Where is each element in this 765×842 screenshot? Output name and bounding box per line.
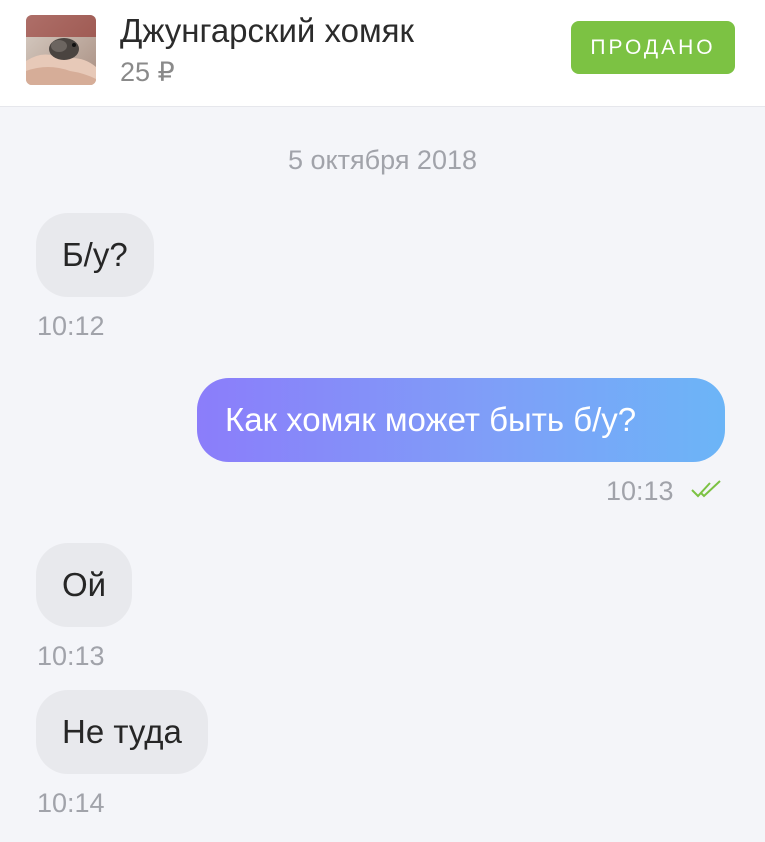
message-bubble-incoming[interactable]: Не туда — [36, 690, 208, 774]
date-separator: 5 октября 2018 — [288, 145, 477, 175]
listing-header[interactable]: Джунгарский хомяк 25 ₽ ПРОДАНО — [0, 0, 765, 107]
message-time: 10:13 — [37, 641, 105, 671]
product-thumbnail[interactable] — [26, 15, 96, 85]
sold-status-badge[interactable]: ПРОДАНО — [571, 21, 735, 74]
message-bubble-incoming[interactable]: Б/у? — [36, 213, 154, 297]
message-time: 10:14 — [37, 788, 105, 818]
message-bubble-incoming[interactable]: Ой — [36, 543, 133, 627]
hamster-photo-image — [26, 15, 96, 85]
message-time: 10:13 — [606, 476, 674, 506]
product-price: 25 ₽ — [120, 57, 175, 87]
message-time: 10:12 — [37, 311, 105, 341]
product-title: Джунгарский хомяк — [120, 12, 414, 49]
double-check-icon — [691, 480, 721, 498]
message-bubble-outgoing[interactable]: Как хомяк может быть б/у? — [197, 378, 725, 462]
